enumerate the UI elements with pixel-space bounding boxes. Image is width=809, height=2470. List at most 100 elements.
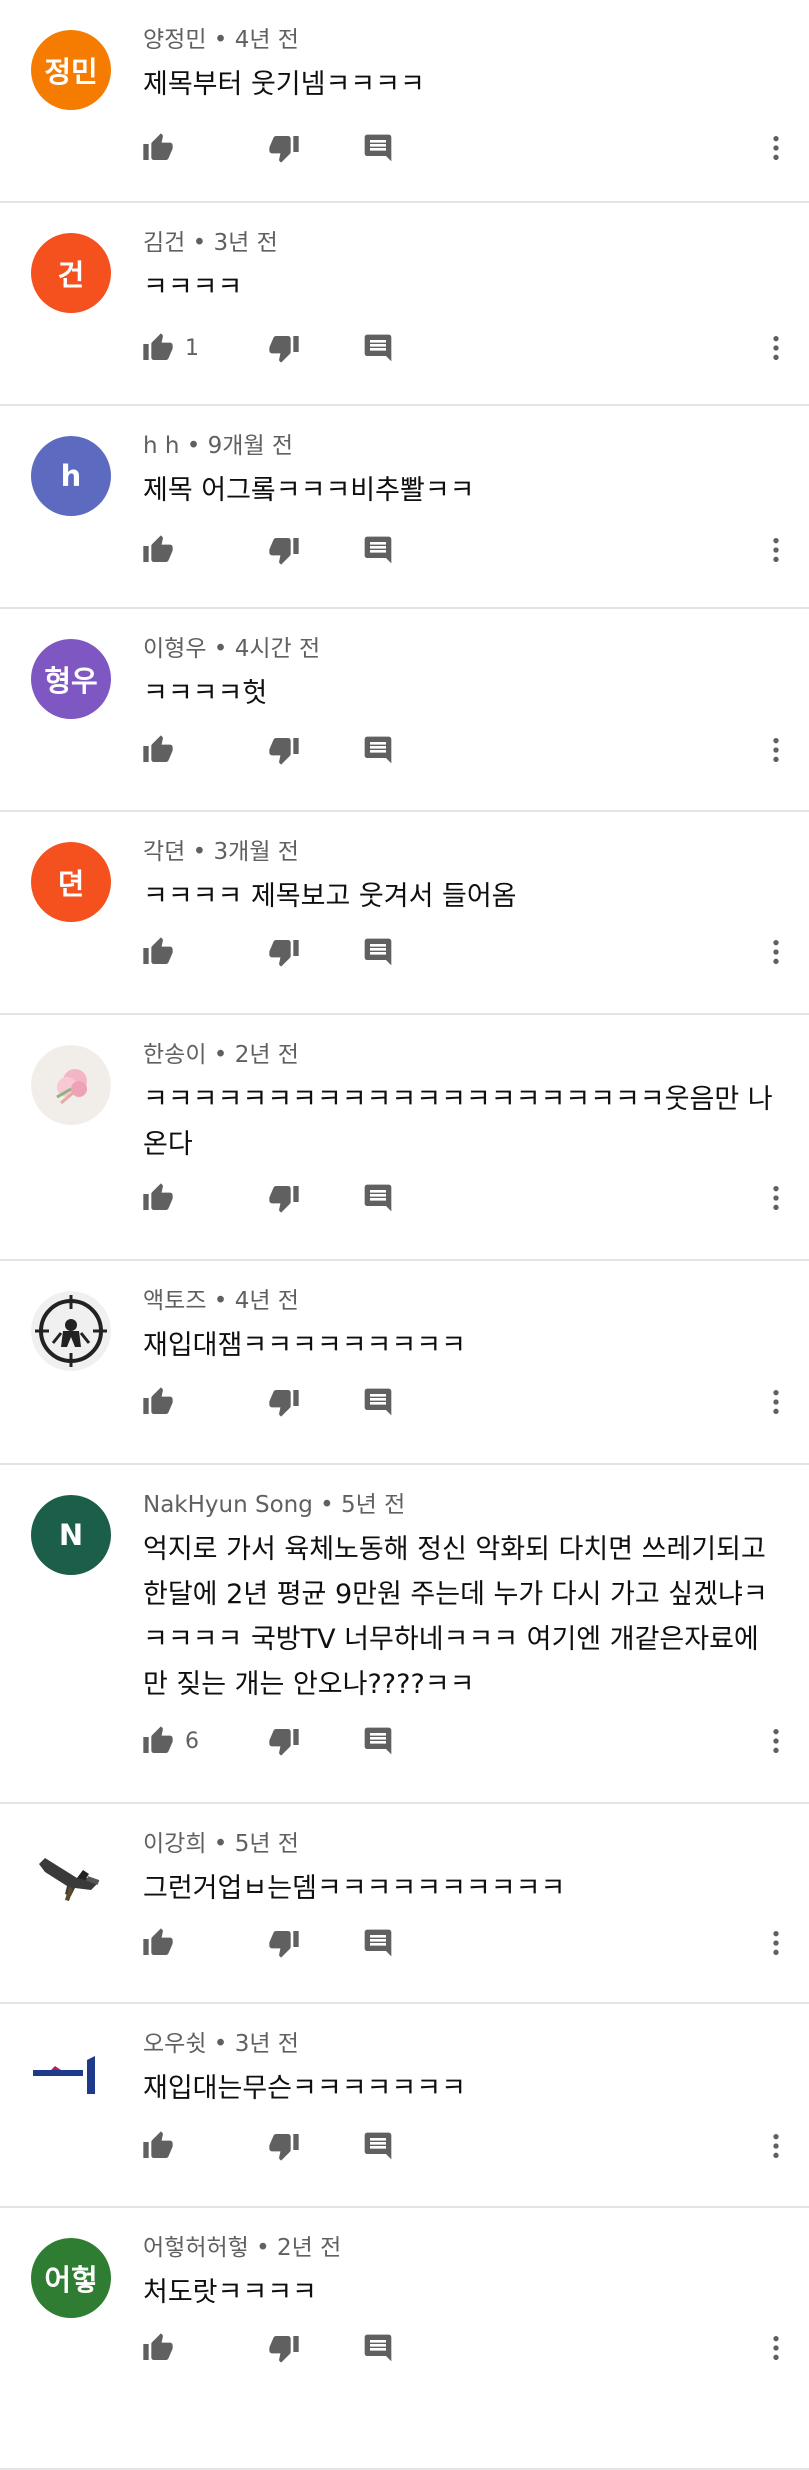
more-options-button[interactable] <box>756 934 796 974</box>
comment-text: 재입대잼ㅋㅋㅋㅋㅋㅋㅋㅋㅋ <box>143 1330 466 1361</box>
avatar[interactable]: N <box>31 1495 111 1575</box>
avatar[interactable]: 형우 <box>31 639 111 719</box>
like-button[interactable] <box>138 1180 178 1220</box>
timestamp: 3년 전 <box>234 2031 299 2057</box>
comment-meta: 어헣허허헣 • 2년 전 <box>143 2228 341 2262</box>
more-vert-icon <box>760 332 792 368</box>
author-name[interactable]: NakHyun Song <box>143 1492 313 1518</box>
reply-button[interactable] <box>358 1384 398 1424</box>
more-options-button[interactable] <box>756 130 796 170</box>
dislike-button[interactable] <box>264 1180 304 1220</box>
author-name[interactable]: 이형우 <box>143 636 206 662</box>
more-options-button[interactable] <box>756 330 796 370</box>
thumbs-up-icon <box>142 534 174 570</box>
like-button[interactable] <box>138 2128 178 2168</box>
comment-icon <box>362 2130 394 2166</box>
like-button[interactable] <box>138 532 178 572</box>
author-name[interactable]: 양정민 <box>143 27 206 53</box>
comment-text: ㅋㅋㅋㅋ <box>143 272 243 303</box>
author-name[interactable]: 액토즈 <box>143 1288 206 1314</box>
more-options-button[interactable] <box>756 1384 796 1424</box>
comment-item: 오우쉿 • 3년 전 재입대는무슨ㅋㅋㅋㅋㅋㅋㅋ <box>0 2004 809 2208</box>
thumbs-up-icon <box>142 2130 174 2166</box>
timestamp: 3개월 전 <box>213 839 299 865</box>
comment-actions <box>0 1180 809 1220</box>
dislike-button[interactable] <box>264 934 304 974</box>
meta-separator: • <box>312 1492 342 1518</box>
timestamp: 9개월 전 <box>207 433 294 459</box>
dislike-button[interactable] <box>264 1384 304 1424</box>
dislike-button[interactable] <box>264 130 304 170</box>
like-button[interactable] <box>138 330 178 370</box>
meta-separator: • <box>206 27 235 53</box>
more-options-button[interactable] <box>756 732 796 772</box>
more-options-button[interactable] <box>756 1723 796 1763</box>
like-button[interactable] <box>138 2330 178 2370</box>
avatar[interactable] <box>31 2034 111 2114</box>
reply-button[interactable] <box>358 1723 398 1763</box>
dislike-button[interactable] <box>264 532 304 572</box>
comment-meta: 김건 • 3년 전 <box>143 223 278 257</box>
more-options-button[interactable] <box>756 2128 796 2168</box>
more-vert-icon <box>760 534 792 570</box>
comment-actions <box>0 732 809 772</box>
dislike-button[interactable] <box>264 330 304 370</box>
avatar[interactable]: 어헣 <box>31 2238 111 2318</box>
reply-button[interactable] <box>358 532 398 572</box>
more-options-button[interactable] <box>756 1180 796 1220</box>
more-options-button[interactable] <box>756 2330 796 2370</box>
comment-text: 제목 어그롴ㅋㅋㅋ비추뽤ㅋㅋ <box>143 475 475 506</box>
thumbs-up-icon <box>142 734 174 770</box>
reply-button[interactable] <box>358 1925 398 1965</box>
avatar[interactable]: 정민 <box>31 30 111 110</box>
author-name[interactable]: 각뎐 <box>143 839 185 865</box>
comment-meta: 이강희 • 5년 전 <box>143 1824 299 1858</box>
reply-button[interactable] <box>358 130 398 170</box>
avatar[interactable] <box>31 1045 111 1125</box>
author-name[interactable]: 김건 <box>143 230 185 256</box>
like-button[interactable] <box>138 1384 178 1424</box>
avatar-letter: h <box>60 459 82 493</box>
timestamp: 3년 전 <box>213 230 278 256</box>
like-button[interactable] <box>138 934 178 974</box>
more-options-button[interactable] <box>756 532 796 572</box>
author-name[interactable]: 어헣허허헣 <box>143 2235 249 2261</box>
avatar[interactable] <box>31 1834 111 1914</box>
avatar-letter: 뎐 <box>57 867 85 901</box>
comment-meta: 양정민 • 4년 전 <box>143 20 299 54</box>
avatar[interactable]: h <box>31 436 111 516</box>
comment-icon <box>362 734 394 770</box>
comment-actions <box>0 934 809 974</box>
dislike-button[interactable] <box>264 2330 304 2370</box>
avatar-letter: 정민 <box>44 55 98 89</box>
like-button[interactable] <box>138 130 178 170</box>
meta-separator: • <box>206 636 235 662</box>
dislike-button[interactable] <box>264 1723 304 1763</box>
author-name[interactable]: 이강희 <box>143 1831 206 1857</box>
comment-item: 건 김건 • 3년 전 ㅋㅋㅋㅋ 1 <box>0 203 809 406</box>
author-name[interactable]: h h <box>143 433 179 459</box>
comment-actions <box>0 130 809 170</box>
comment-icon <box>362 1927 394 1963</box>
avatar[interactable] <box>31 1291 111 1371</box>
like-button[interactable] <box>138 1925 178 1965</box>
author-name[interactable]: 오우쉿 <box>143 2031 206 2057</box>
reply-button[interactable] <box>358 732 398 772</box>
dislike-button[interactable] <box>264 1925 304 1965</box>
reply-button[interactable] <box>358 1180 398 1220</box>
more-options-button[interactable] <box>756 1925 796 1965</box>
author-name[interactable]: 한송이 <box>143 1042 206 1068</box>
avatar[interactable]: 건 <box>31 233 111 313</box>
reply-button[interactable] <box>358 934 398 974</box>
thumbs-down-icon <box>268 2130 300 2166</box>
like-button[interactable] <box>138 732 178 772</box>
comment-meta: h h • 9개월 전 <box>143 426 293 460</box>
reply-button[interactable] <box>358 2330 398 2370</box>
timestamp: 2년 전 <box>234 1042 299 1068</box>
reply-button[interactable] <box>358 330 398 370</box>
avatar[interactable]: 뎐 <box>31 842 111 922</box>
like-button[interactable] <box>138 1723 178 1763</box>
dislike-button[interactable] <box>264 2128 304 2168</box>
reply-button[interactable] <box>358 2128 398 2168</box>
dislike-button[interactable] <box>264 732 304 772</box>
